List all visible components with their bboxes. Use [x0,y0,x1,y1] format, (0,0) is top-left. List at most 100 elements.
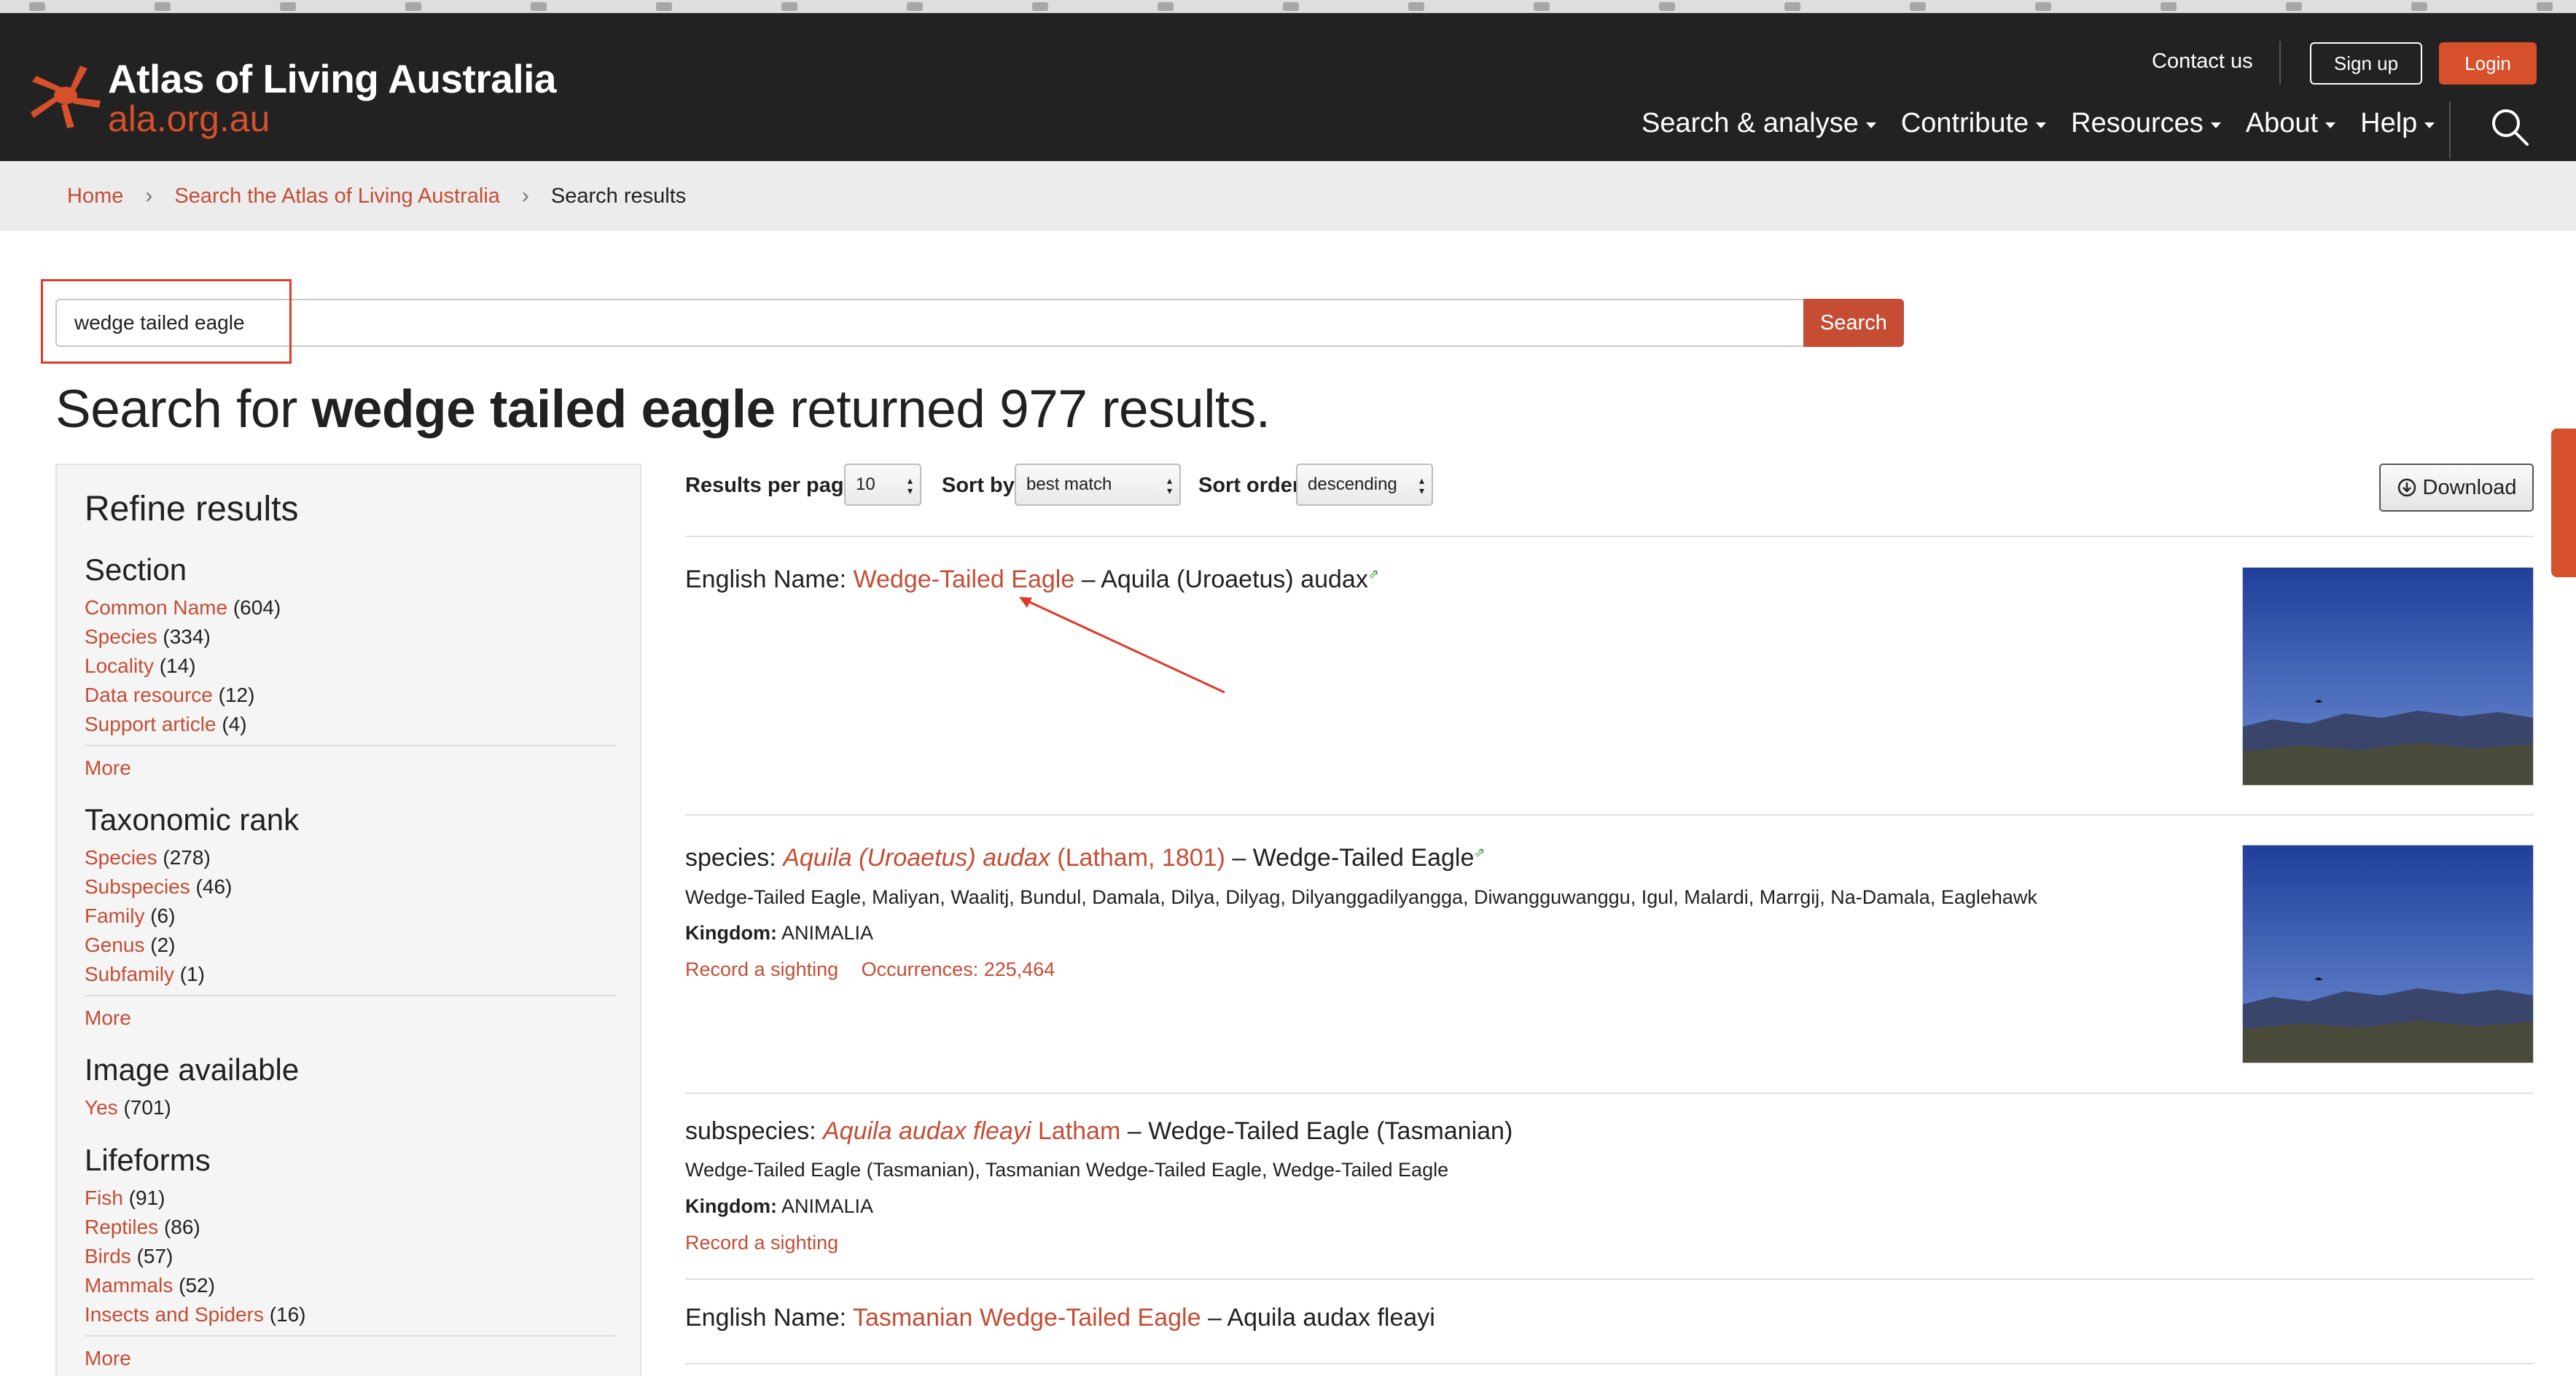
results-per-page-select[interactable]: 10 ▴ ▾ [844,464,921,506]
browser-tab-icon[interactable] [29,1,45,11]
facet-link[interactable]: Species [85,625,157,648]
result-link[interactable]: Aquila (Uroaetus) audax (Latham, 1801) [783,844,1225,872]
download-button[interactable]: Download [2379,464,2534,512]
facet-item[interactable]: Insects and Spiders (16) [85,1300,615,1329]
facet-link[interactable]: Fish [85,1187,123,1209]
facet-count: (4) [222,713,247,735]
nav-about[interactable]: About [2246,108,2336,139]
facet-link[interactable]: Subfamily [85,963,174,985]
browser-tab-icon[interactable] [1158,1,1174,11]
facet-more-link[interactable]: More [85,1006,615,1030]
sort-order-select[interactable]: descending ▴ ▾ [1296,464,1433,506]
browser-tab-icon[interactable] [531,1,547,11]
facet-link[interactable]: Insects and Spiders [85,1303,264,1326]
search-button[interactable]: Search [1803,299,1904,347]
browser-tab-icon[interactable] [1032,1,1048,11]
browser-tab-icon[interactable] [405,1,421,11]
facet-item[interactable]: Species (278) [85,843,615,872]
main-nav: Search & analyse Contribute Resources Ab… [1642,108,2435,139]
search-icon[interactable] [2489,106,2530,147]
breadcrumb-current: Search results [550,184,687,208]
facet-item[interactable]: Data resource (12) [85,681,615,710]
breadcrumb-home[interactable]: Home [67,184,123,208]
nav-help[interactable]: Help [2360,108,2435,139]
result-thumbnail[interactable] [2242,567,2534,786]
facet-item[interactable]: Mammals (52) [85,1271,615,1300]
facet-item[interactable]: Family (6) [85,902,615,931]
facet-link[interactable]: Mammals [85,1274,173,1297]
browser-tab-icon[interactable] [1534,1,1550,11]
select-value: best match [1026,474,1112,494]
browser-tab-icon[interactable] [781,1,797,11]
facet-item[interactable]: Subspecies (46) [85,872,615,902]
search-input[interactable] [55,299,1803,347]
facet-item[interactable]: Fish (91) [85,1184,615,1213]
nav-resources[interactable]: Resources [2071,108,2221,139]
nav-label: Help [2360,108,2418,138]
refine-results-panel: Refine results Section Common Name (604)… [55,464,641,1376]
facet-link[interactable]: Genus [85,934,145,956]
browser-tab-icon[interactable] [907,1,923,11]
facet-link[interactable]: Birds [85,1245,131,1267]
browser-tab-icon[interactable] [2286,1,2302,11]
facet-link[interactable]: Locality [85,654,154,677]
facet-item[interactable]: Reptiles (86) [85,1213,615,1242]
sign-up-button[interactable]: Sign up [2310,42,2422,85]
facet-item[interactable]: Genus (2) [85,931,615,960]
facet-item[interactable]: Subfamily (1) [85,960,615,989]
divider [85,745,615,746]
record-sighting-link[interactable]: Record a sighting [685,1232,838,1254]
browser-tab-icon[interactable] [2161,1,2177,11]
result-link[interactable]: Tasmanian Wedge-Tailed Eagle [853,1304,1201,1332]
facet-count: (86) [163,1216,200,1238]
browser-tab-icon[interactable] [2411,1,2427,11]
occurrences-link[interactable]: Occurrences: 225,464 [862,958,1055,980]
browser-tab-icon[interactable] [2537,1,2553,11]
facet-link[interactable]: Yes [85,1096,118,1119]
external-link-icon[interactable]: ⇗ [1368,567,1379,582]
nav-contribute[interactable]: Contribute [1901,108,2047,139]
facet-more-link[interactable]: More [85,757,615,780]
external-link-icon[interactable]: ⇗ [1474,845,1485,860]
record-sighting-link[interactable]: Record a sighting [685,958,838,980]
nav-search-analyse[interactable]: Search & analyse [1642,108,1876,139]
facet-item[interactable]: Locality (14) [85,652,615,681]
sort-by-select[interactable]: best match ▴ ▾ [1015,464,1181,506]
browser-tab-icon[interactable] [1659,1,1675,11]
login-button[interactable]: Login [2439,42,2537,85]
facet-item[interactable]: Common Name (604) [85,593,615,622]
result-kingdom: Kingdom: ANIMALIA [685,922,873,945]
result-link[interactable]: Wedge-Tailed Eagle [854,566,1075,593]
facet-item[interactable]: Yes (701) [85,1093,615,1122]
facet-link[interactable]: Support article [85,713,216,735]
browser-tab-icon[interactable] [656,1,672,11]
facet-link[interactable]: Species [85,846,157,869]
browser-tab-icon[interactable] [1910,1,1926,11]
site-logo[interactable]: Atlas of Living Australia ala.org.au [29,51,557,139]
browser-tab-icon[interactable] [1283,1,1299,11]
breadcrumb: Home › Search the Atlas of Living Austra… [0,161,2576,231]
facet-item[interactable]: Support article (4) [85,710,615,739]
feedback-side-tab[interactable] [2551,429,2576,577]
browser-tab-icon[interactable] [155,1,171,11]
browser-tab-icon[interactable] [280,1,296,11]
facet-link[interactable]: Reptiles [85,1216,158,1238]
facet-more-link[interactable]: More [85,1347,615,1370]
facet-link[interactable]: Data resource [85,684,213,706]
divider [685,1092,2534,1094]
breadcrumb-search[interactable]: Search the Atlas of Living Australia [174,184,500,208]
chevron-down-icon [2424,122,2435,128]
contact-us-link[interactable]: Contact us [2152,50,2253,74]
facet-link[interactable]: Subspecies [85,875,190,898]
browser-tab-icon[interactable] [2035,1,2051,11]
result-thumbnail[interactable] [2242,845,2534,1063]
browser-tab-icon[interactable] [1784,1,1800,11]
browser-tab-icon[interactable] [1408,1,1424,11]
facet-link[interactable]: Family [85,904,144,927]
facet-link[interactable]: Common Name [85,596,227,619]
facet-item[interactable]: Birds (57) [85,1242,615,1271]
facet-item[interactable]: Species (334) [85,622,615,652]
result-title: subspecies: Aquila audax fleayi Latham –… [685,1117,1513,1146]
result-link[interactable]: Aquila audax fleayi Latham [823,1117,1120,1145]
download-label: Download [2422,475,2517,499]
